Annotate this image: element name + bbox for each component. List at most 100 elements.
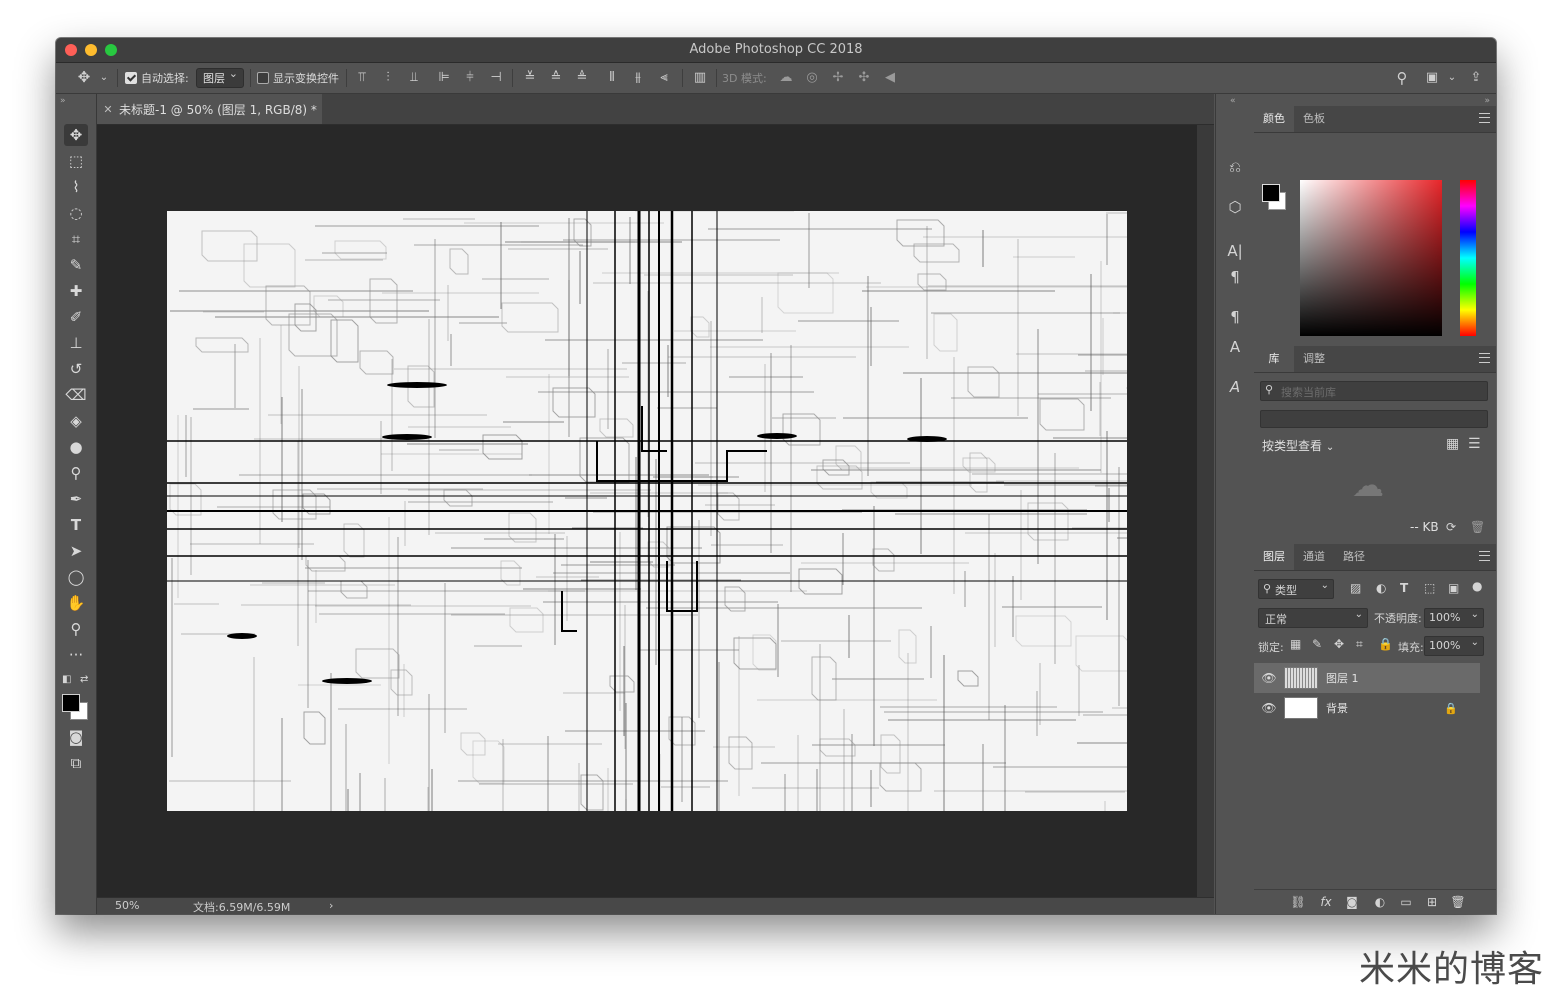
screen-mode-icon[interactable]: ⧉ (64, 752, 88, 774)
align-bottom-icon[interactable]: ⫫ (406, 70, 422, 86)
dodge-tool-icon[interactable]: ⚲ (64, 462, 88, 484)
foreground-color-swatch[interactable] (62, 694, 80, 712)
document-tab[interactable]: ✕ 未标题-1 @ 50% (图层 1, RGB/8) * (97, 94, 322, 124)
expand-chevron-icon[interactable]: « (1230, 96, 1236, 106)
canvas-area[interactable] (97, 125, 1214, 897)
crop-tool-icon[interactable]: ⌗ (64, 228, 88, 250)
library-panel-menu-icon[interactable] (1479, 353, 1490, 363)
opacity-field[interactable]: 100% ⌄ (1424, 608, 1484, 628)
blend-mode-dropdown[interactable]: 正常 ⌄ (1258, 608, 1368, 628)
eye-icon[interactable]: 👁 (1254, 701, 1284, 715)
share-icon[interactable]: ⇪ (1468, 70, 1484, 86)
collapse-chevron-icon[interactable]: » (60, 96, 66, 106)
slide-3d-icon[interactable]: ✣ (856, 70, 872, 86)
tab-adjustments[interactable]: 调整 (1296, 346, 1332, 372)
zoom-level[interactable]: 50% (115, 899, 139, 912)
drag-3d-icon[interactable]: ✢ (830, 70, 846, 86)
hand-tool-icon[interactable]: ✋ (64, 592, 88, 614)
paragraph-panel-icon[interactable]: ¶ (1224, 266, 1246, 288)
trash-icon[interactable]: 🗑 (1470, 520, 1485, 534)
maximize-window-button[interactable] (105, 44, 117, 56)
distribute-right-icon[interactable]: ⫷ (656, 70, 672, 86)
align-vcenter-icon[interactable]: ⫶ (380, 70, 396, 86)
auto-align-icon[interactable]: ▥ (692, 70, 708, 86)
tab-swatches[interactable]: 色板 (1296, 106, 1332, 132)
type-tool-icon[interactable]: T (64, 514, 88, 536)
roll-3d-icon[interactable]: ◎ (804, 70, 820, 86)
color-picker-field[interactable] (1300, 180, 1442, 336)
layer-name[interactable]: 背景 (1326, 700, 1348, 716)
scale-3d-icon[interactable]: ◀ (882, 70, 898, 86)
quick-select-tool-icon[interactable]: ◌ (64, 202, 88, 224)
lock-pixels-icon[interactable]: ✎ (1312, 637, 1322, 651)
tab-layers[interactable]: 图层 (1254, 544, 1294, 570)
lock-artboard-icon[interactable]: ⌗ (1356, 637, 1363, 652)
link-layers-icon[interactable]: ⛓ (1290, 894, 1306, 910)
filter-adjustment-icon[interactable]: ◐ (1376, 581, 1386, 595)
distribute-hcenter-icon[interactable]: ⫵ (630, 70, 646, 86)
layers-panel-menu-icon[interactable] (1479, 551, 1490, 561)
move-tool-icon[interactable]: ✥ (76, 69, 92, 85)
auto-select-checkbox[interactable]: 自动选择: (125, 63, 189, 93)
show-transform-checkbox[interactable]: 显示变换控件 (257, 63, 339, 93)
new-layer-icon[interactable]: ⊞ (1424, 894, 1440, 910)
marquee-tool-icon[interactable]: ⬚ (64, 150, 88, 172)
tab-libraries[interactable]: 库 (1254, 346, 1294, 372)
ellipse-tool-icon[interactable]: ◯ (64, 566, 88, 588)
auto-select-dropdown[interactable]: 图层 (196, 67, 244, 88)
tab-color[interactable]: 颜色 (1254, 106, 1294, 132)
color-panel-menu-icon[interactable] (1479, 113, 1490, 123)
paragraph-styles-icon[interactable]: ¶ (1224, 306, 1246, 328)
search-icon[interactable]: ⚲ (1394, 70, 1410, 86)
tab-paths[interactable]: 路径 (1336, 544, 1372, 570)
library-search-field[interactable]: ⚲ 搜索当前库 (1260, 381, 1488, 401)
filter-shape-icon[interactable]: ⬚ (1424, 581, 1435, 595)
foreground-color-chip[interactable] (1262, 184, 1280, 202)
healing-brush-tool-icon[interactable]: ✚ (64, 280, 88, 302)
more-tools-icon[interactable]: ··· (64, 644, 88, 666)
fill-field[interactable]: 100% ⌄ (1424, 636, 1484, 656)
status-menu-chevron-icon[interactable]: › (329, 899, 333, 912)
character-panel-icon[interactable]: A| (1224, 240, 1246, 262)
view-by-type-dropdown[interactable]: 按类型查看 ⌄ (1262, 437, 1334, 454)
layer-name[interactable]: 图层 1 (1326, 670, 1359, 686)
zoom-tool-icon[interactable]: ⚲ (64, 618, 88, 640)
layer-style-fx-icon[interactable]: fx (1318, 894, 1334, 910)
paint-bucket-tool-icon[interactable]: ◈ (64, 410, 88, 432)
distribute-left-icon[interactable]: ⫴ (604, 70, 620, 86)
workspace-chevron-icon[interactable]: ⌄ (1444, 70, 1460, 86)
swap-colors-icon[interactable]: ⇄ (80, 674, 88, 685)
library-select[interactable] (1260, 410, 1488, 428)
tab-channels[interactable]: 通道 (1296, 544, 1332, 570)
distribute-vcenter-icon[interactable]: ≙ (548, 70, 564, 86)
blur-tool-icon[interactable]: ● (64, 436, 88, 458)
list-view-icon[interactable]: ☰ (1468, 436, 1481, 452)
pen-tool-icon[interactable]: ✒ (64, 488, 88, 510)
orbit-3d-icon[interactable]: ☁ (778, 70, 794, 86)
filter-smart-object-icon[interactable]: ▣ (1448, 581, 1459, 595)
adjustment-layer-icon[interactable]: ◐ (1372, 894, 1388, 910)
quick-mask-icon[interactable]: ◙ (64, 726, 88, 748)
layer-filter-dropdown[interactable]: ⚲ 类型 ⌄ (1258, 579, 1334, 599)
lasso-tool-icon[interactable]: ⌇ (64, 176, 88, 198)
move-tool-icon[interactable]: ✥ (64, 124, 88, 146)
new-group-icon[interactable]: ▭ (1398, 894, 1414, 910)
layer-row-layer-1[interactable]: 👁 图层 1 (1254, 663, 1480, 693)
distribute-bottom-icon[interactable]: ≜ (574, 70, 590, 86)
lock-all-icon[interactable]: 🔒 (1378, 637, 1393, 651)
path-selection-tool-icon[interactable]: ➤ (64, 540, 88, 562)
clone-stamp-tool-icon[interactable]: ⊥ (64, 332, 88, 354)
align-right-icon[interactable]: ⊣ (488, 70, 504, 86)
history-brush-tool-icon[interactable]: ↺ (64, 358, 88, 380)
sync-icon[interactable]: ⟳ (1446, 520, 1456, 534)
align-left-icon[interactable]: ⊫ (436, 70, 452, 86)
history-panel-icon[interactable]: ⎌ (1224, 156, 1246, 178)
brush-tool-icon[interactable]: ✐ (64, 306, 88, 328)
distribute-top-icon[interactable]: ≚ (522, 70, 538, 86)
close-tab-icon[interactable]: ✕ (97, 103, 119, 116)
grid-view-icon[interactable]: ▦ (1446, 436, 1459, 452)
lock-position-icon[interactable]: ✥ (1334, 637, 1344, 651)
filter-pixel-icon[interactable]: ▨ (1350, 581, 1361, 595)
filter-toggle-icon[interactable]: ● (1472, 579, 1482, 593)
layer-row-background[interactable]: 👁 背景 🔒 (1254, 693, 1480, 723)
